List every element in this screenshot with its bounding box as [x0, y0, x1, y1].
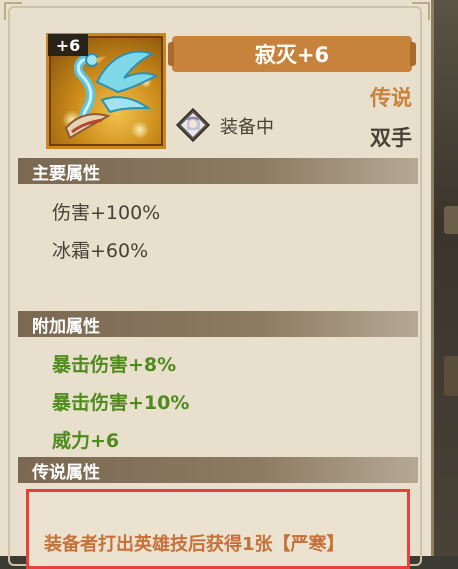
- enhance-level-badge: +6: [48, 34, 88, 56]
- item-name-banner: 寂灭+6: [168, 36, 416, 72]
- extra-attribute: 威力+6: [52, 430, 120, 452]
- item-hand-type: 双手: [370, 126, 412, 150]
- corner-ornament: [4, 2, 22, 20]
- extra-attributes-header: 附加属性: [18, 311, 418, 337]
- corner-ornament: [412, 2, 430, 20]
- hero-avatar-icon[interactable]: [176, 108, 210, 142]
- section-title: 主要属性: [32, 163, 100, 184]
- equipped-status: 装备中: [220, 117, 274, 138]
- item-rarity: 传说: [370, 86, 412, 110]
- main-attribute: 伤害+100%: [52, 202, 161, 224]
- extra-attribute: 暴击伤害+10%: [52, 392, 190, 414]
- section-title: 附加属性: [32, 316, 100, 337]
- main-attributes-header: 主要属性: [18, 158, 418, 184]
- swan-weapon-icon: [62, 50, 159, 140]
- legend-effect-highlight: [26, 489, 410, 569]
- section-title: 传说属性: [32, 462, 100, 483]
- main-attribute: 冰霜+60%: [52, 240, 149, 262]
- item-tooltip-panel: +6 寂灭+6 传说 双手 装备中 主要属性 伤害+100% 冰霜+60% 附加…: [0, 0, 434, 569]
- side-tab[interactable]: [444, 206, 458, 234]
- extra-attribute: 暴击伤害+8%: [52, 354, 177, 376]
- legend-effect-text: 装备者打出英雄技后获得1张【严寒】: [44, 534, 345, 555]
- item-name: 寂灭+6: [254, 43, 330, 67]
- side-scroll-strip: [432, 0, 458, 556]
- side-tab[interactable]: [444, 356, 458, 396]
- legend-attributes-header: 传说属性: [18, 457, 418, 483]
